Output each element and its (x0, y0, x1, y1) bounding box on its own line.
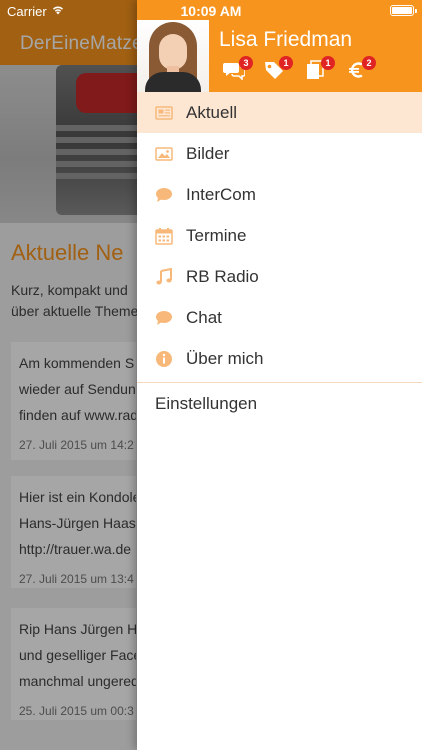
menu-label: RB Radio (186, 266, 259, 286)
user-name[interactable]: Lisa Friedman (219, 28, 352, 52)
menu-label: Chat (186, 307, 222, 327)
calendar-icon (155, 227, 173, 245)
clock: 10:09 AM (180, 3, 242, 19)
menu-divider (137, 382, 422, 383)
documents-icon[interactable]: 1 (305, 56, 335, 80)
speech-bubble-icon (155, 186, 173, 204)
menu-label: Termine (186, 225, 247, 245)
avatar[interactable] (137, 20, 209, 92)
menu-label: Bilder (186, 143, 230, 163)
chat-bubbles-icon[interactable]: 3 (223, 56, 253, 80)
menu-item-bilder[interactable]: Bilder (137, 133, 422, 174)
menu-item-chat[interactable]: Chat (137, 297, 422, 338)
chat-icon (155, 309, 173, 327)
menu-label: Über mich (186, 348, 264, 368)
status-bar: Carrier 10:09 AM (0, 0, 422, 20)
chat-badge: 3 (239, 56, 253, 70)
tag-icon[interactable]: 1 (263, 56, 293, 80)
menu-item-rb-radio[interactable]: RB Radio (137, 256, 422, 297)
menu-label: InterCom (186, 184, 256, 204)
documents-badge: 1 (321, 56, 335, 70)
info-icon (155, 350, 173, 368)
image-icon (155, 145, 173, 163)
drawer-menu: Aktuell Bilder InterCom Termine RB Radio (137, 92, 422, 383)
menu-item-ueber-mich[interactable]: Über mich (137, 338, 422, 379)
settings-item[interactable]: Einstellungen (155, 394, 257, 414)
newspaper-icon (155, 104, 173, 122)
menu-label: Aktuell (186, 102, 238, 122)
euro-icon[interactable]: 2 (346, 56, 376, 80)
tag-badge: 1 (279, 56, 293, 70)
menu-item-termine[interactable]: Termine (137, 215, 422, 256)
menu-item-aktuell[interactable]: Aktuell (137, 92, 422, 133)
euro-badge: 2 (362, 56, 376, 70)
side-drawer: Lisa Friedman 3 1 1 2 Aktuell Bilder Int… (137, 0, 422, 750)
battery-icon (390, 5, 417, 16)
music-note-icon (155, 267, 173, 286)
menu-item-intercom[interactable]: InterCom (137, 174, 422, 215)
